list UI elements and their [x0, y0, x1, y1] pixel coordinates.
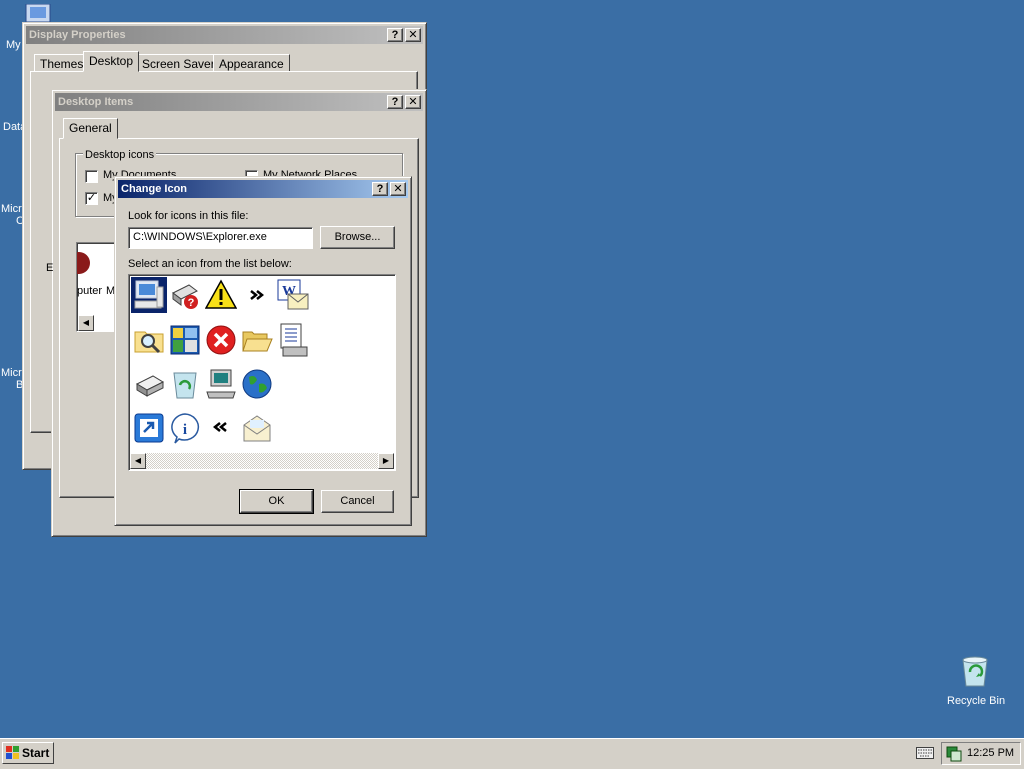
- icon-cell-network-computer[interactable]: [203, 366, 239, 402]
- clock[interactable]: 12:25 PM: [967, 747, 1014, 759]
- taskbar: Start 12:25 PM: [0, 738, 1024, 769]
- ok-button[interactable]: OK: [239, 489, 314, 514]
- change-icon-dialog: Change Icon ? ✕ Look for icons in this f…: [114, 176, 412, 526]
- keyboard-tray-item[interactable]: [916, 747, 934, 761]
- icon-cell-recycle-bin[interactable]: [167, 366, 203, 402]
- warning-icon: [205, 279, 237, 309]
- my-computer-checkbox[interactable]: ✓: [85, 192, 98, 205]
- info-icon: i: [171, 413, 200, 444]
- display-properties-titlebar[interactable]: Display Properties ? ✕: [26, 26, 423, 44]
- icon-cell-chevron-left[interactable]: [203, 410, 239, 446]
- scroll-right-button[interactable]: ▶: [378, 453, 394, 469]
- network-tray-icon[interactable]: [946, 746, 962, 762]
- icon-cell-computer[interactable]: [131, 277, 167, 313]
- computer-icon: [134, 280, 164, 309]
- network-computer-icon: [206, 369, 236, 399]
- icon-cell-error[interactable]: [203, 322, 239, 358]
- desktop-icons-group-label: Desktop icons: [83, 149, 157, 161]
- printer-help-icon: ?: [172, 284, 198, 309]
- close-button[interactable]: ✕: [390, 182, 406, 196]
- text-document-icon: [280, 323, 308, 357]
- recycle-bin-label: Recycle Bin: [947, 695, 1006, 707]
- change-icon-title: Change Icon: [121, 183, 188, 195]
- icon-file-input[interactable]: C:\WINDOWS\Explorer.exe: [128, 227, 313, 249]
- icon-cell-shortcut[interactable]: [131, 410, 167, 446]
- globe-icon: [242, 369, 272, 399]
- close-button[interactable]: ✕: [405, 28, 421, 42]
- icon-list[interactable]: ? W i ◀ ▶: [128, 274, 396, 471]
- icon-file-value: C:\WINDOWS\Explorer.exe: [133, 231, 267, 243]
- tab-appearance[interactable]: Appearance: [213, 54, 290, 72]
- printer-icon: [135, 375, 165, 397]
- icon-cell-printer[interactable]: [131, 366, 167, 402]
- start-button[interactable]: Start: [2, 742, 54, 764]
- tab-themes[interactable]: Themes: [34, 54, 90, 72]
- icon-cell-chevron-right[interactable]: [239, 277, 275, 313]
- my-documents-checkbox[interactable]: [85, 170, 98, 183]
- svg-text:i: i: [183, 422, 187, 438]
- icon-cell-control-panel[interactable]: [167, 322, 203, 358]
- icon-cell-printer-help[interactable]: ?: [167, 277, 203, 313]
- close-button[interactable]: ✕: [405, 95, 421, 109]
- recycle-bin-icon: [173, 372, 197, 399]
- tab-desktop[interactable]: Desktop: [83, 51, 140, 72]
- windows-logo-icon: [6, 746, 19, 759]
- search-folder-icon: [134, 331, 164, 354]
- list-fragment-puter: puter: [77, 285, 103, 297]
- keyboard-icon: [916, 747, 934, 759]
- icon-list-label: Select an icon from the list below:: [128, 258, 292, 270]
- icon-cell-text-document[interactable]: [275, 322, 311, 358]
- scroll-left-button[interactable]: ◀: [78, 315, 94, 331]
- open-folder-icon: [242, 331, 273, 352]
- chevron-left-icon: [212, 422, 227, 432]
- icon-cell-info[interactable]: i: [167, 410, 203, 446]
- icon-cell-mail[interactable]: [239, 410, 275, 446]
- mail-icon: [243, 415, 271, 442]
- desktop-items-title: Desktop Items: [58, 96, 134, 108]
- chevron-right-icon: [250, 290, 265, 300]
- error-icon: [206, 325, 236, 355]
- desktop-items-titlebar[interactable]: Desktop Items ? ✕: [55, 93, 423, 111]
- word-document-icon: W: [277, 279, 309, 310]
- desktop-icon-recycle-bin[interactable]: Recycle Bin: [940, 656, 1010, 710]
- file-label: Look for icons in this file:: [128, 210, 249, 222]
- desktop-label-1: My: [6, 39, 21, 51]
- browse-button[interactable]: Browse...: [320, 226, 395, 249]
- tab-screen-saver[interactable]: Screen Saver: [136, 54, 221, 72]
- start-label: Start: [22, 746, 50, 760]
- icon-cell-open-folder[interactable]: [239, 322, 275, 358]
- icon-cell-globe[interactable]: [239, 366, 275, 402]
- label-fragment-e: E: [46, 262, 54, 274]
- help-button[interactable]: ?: [387, 95, 403, 109]
- help-button[interactable]: ?: [387, 28, 403, 42]
- system-tray: 12:25 PM: [941, 742, 1021, 765]
- recycle-bin-icon: [962, 656, 988, 687]
- icon-cell-search-folder[interactable]: [131, 322, 167, 358]
- cancel-button[interactable]: Cancel: [321, 490, 394, 513]
- shortcut-icon: [134, 413, 164, 443]
- tab-general[interactable]: General: [63, 118, 118, 139]
- change-icon-titlebar[interactable]: Change Icon ? ✕: [118, 180, 408, 198]
- icon-list-hscrollbar[interactable]: ◀ ▶: [130, 453, 394, 469]
- icon-cell-warning[interactable]: [203, 277, 239, 313]
- control-panel-icon: [170, 325, 200, 355]
- scroll-left-button[interactable]: ◀: [130, 453, 146, 469]
- my-computer-list-icon: [77, 252, 90, 274]
- icon-cell-word-document[interactable]: W: [275, 277, 311, 313]
- display-properties-title: Display Properties: [29, 29, 126, 41]
- svg-text:?: ?: [188, 297, 195, 309]
- help-button[interactable]: ?: [372, 182, 388, 196]
